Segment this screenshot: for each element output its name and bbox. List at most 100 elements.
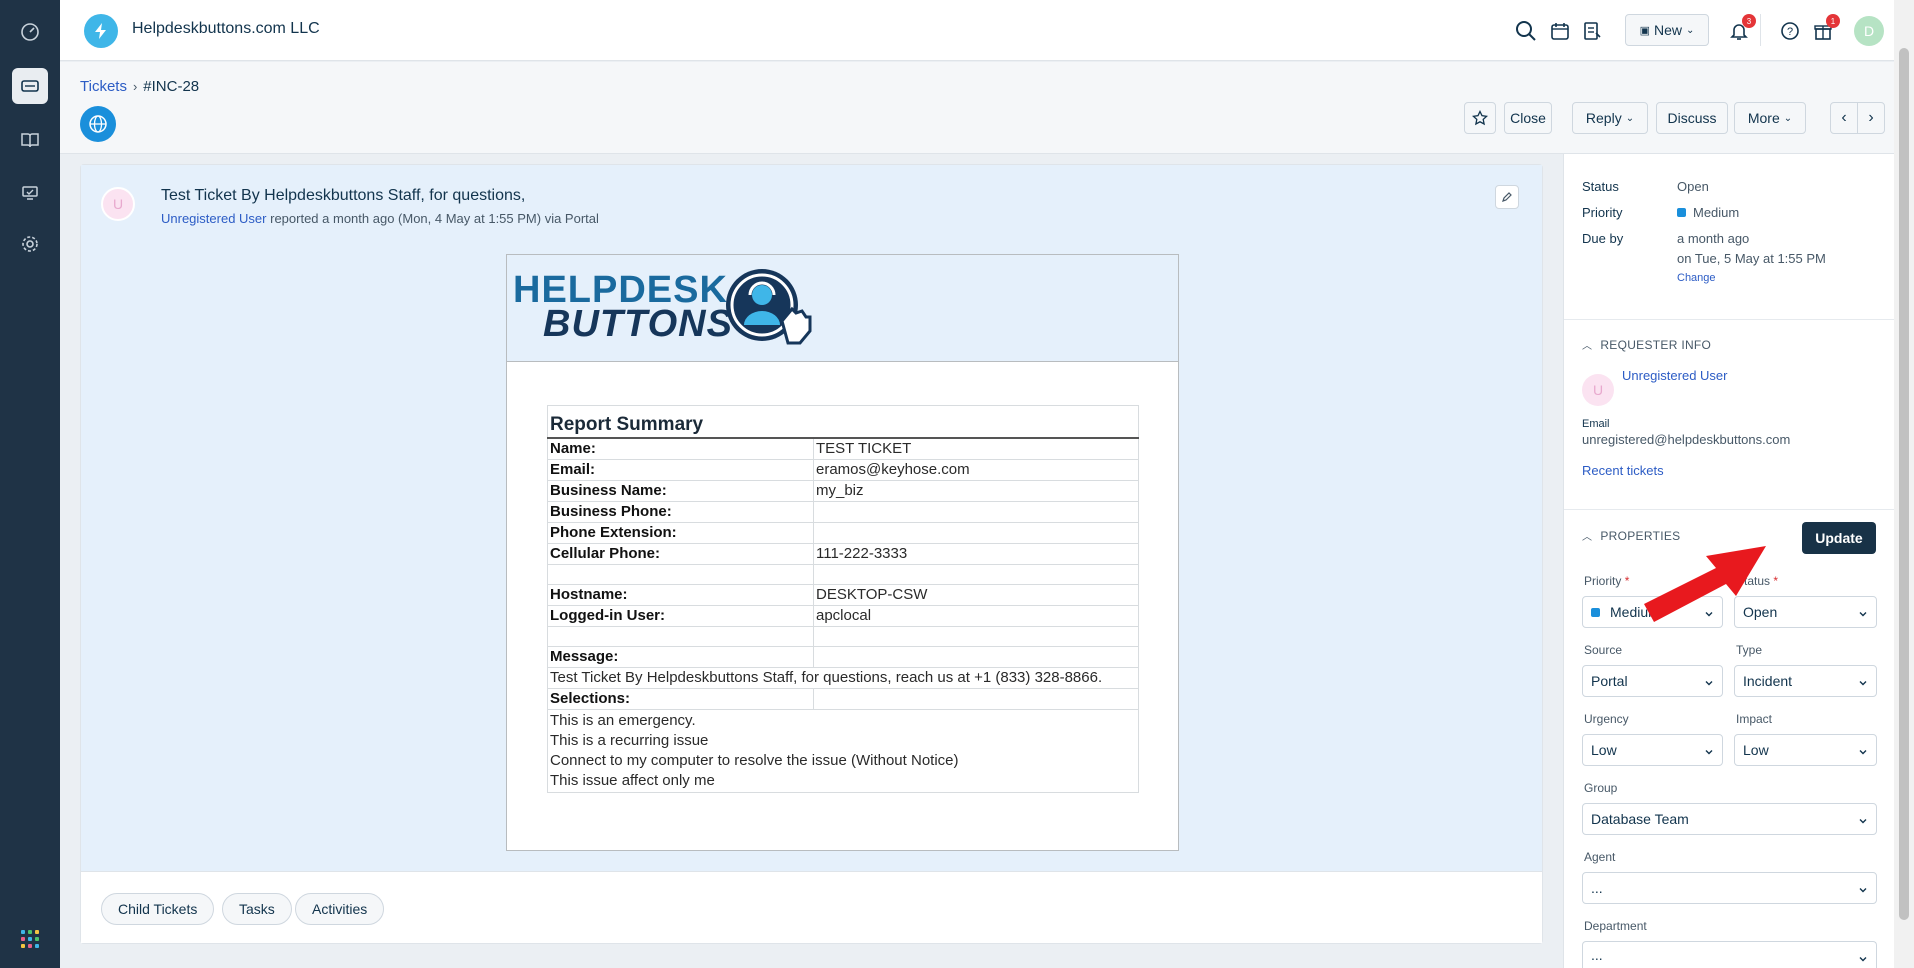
settings-icon[interactable] — [12, 226, 48, 262]
priority-value: Medium — [1677, 205, 1739, 220]
chevron-down-icon — [1704, 744, 1714, 760]
annotation-arrow — [1644, 546, 1766, 622]
breadcrumb-tickets-link[interactable]: Tickets — [80, 78, 127, 95]
chevron-down-icon: ⌄ — [1783, 112, 1793, 124]
gift-icon[interactable]: 1 — [1810, 14, 1840, 44]
search-icon[interactable] — [1513, 18, 1539, 44]
type-field-label: Type — [1736, 643, 1763, 657]
solutions-icon[interactable] — [12, 122, 48, 158]
agent-select[interactable]: ... — [1582, 872, 1877, 904]
report-selections: This is an emergency. This is a recurrin… — [547, 708, 1139, 793]
group-select[interactable]: Database Team — [1582, 803, 1877, 835]
ticket-subject: Test Ticket By Helpdeskbuttons Staff, fo… — [161, 187, 526, 204]
priority-dot — [1677, 208, 1686, 217]
chevron-down-icon: ⌄ — [1625, 112, 1635, 124]
priority-field-label: Priority * — [1584, 574, 1630, 588]
department-select[interactable]: ... — [1582, 941, 1877, 968]
chevron-up-icon: ︿ — [1582, 532, 1593, 543]
chevron-right-icon: › — [1868, 109, 1874, 126]
notes-icon[interactable] — [1579, 18, 1605, 44]
spacer-cell — [547, 625, 814, 647]
priority-field-label-text: Priority — [1584, 574, 1622, 588]
urgency-select[interactable]: Low — [1582, 734, 1723, 766]
discuss-button[interactable]: Discuss — [1656, 102, 1728, 134]
source-select-value: Portal — [1591, 673, 1628, 689]
report-value — [813, 500, 1139, 523]
child-tickets-tab[interactable]: Child Tickets — [101, 893, 215, 925]
report-label: Email: — [547, 458, 814, 481]
headset-agent-icon — [726, 269, 812, 345]
more-button[interactable]: More ⌄ — [1734, 102, 1806, 134]
activities-tab[interactable]: Activities — [295, 893, 385, 925]
source-field-label: Source — [1584, 643, 1623, 657]
page-scrollbar-thumb[interactable] — [1899, 48, 1909, 920]
impact-select[interactable]: Low — [1734, 734, 1877, 766]
report-title: Report Summary — [547, 405, 1139, 439]
urgency-select-value: Low — [1591, 742, 1617, 758]
report-label: Business Name: — [547, 479, 814, 502]
requester-name-link[interactable]: Unregistered User — [1622, 368, 1728, 383]
bell-icon[interactable]: 3 — [1726, 14, 1756, 44]
reply-button[interactable]: Reply ⌄ — [1572, 102, 1648, 134]
edit-button[interactable] — [1495, 185, 1519, 209]
report-value: eramos@keyhose.com — [813, 458, 1139, 481]
ticket-footer: Child Tickets Tasks Activities — [81, 873, 1542, 943]
assets-icon[interactable] — [12, 175, 48, 211]
chevron-down-icon: ⌄ — [1686, 24, 1695, 36]
breadcrumb: Tickets › #INC-28 — [80, 78, 199, 95]
new-button[interactable]: ▣ New ⌄ — [1625, 14, 1709, 46]
user-avatar[interactable]: D — [1854, 16, 1884, 46]
change-due-link[interactable]: Change — [1677, 272, 1716, 284]
department-field-label: Department — [1584, 919, 1647, 933]
star-button[interactable] — [1464, 102, 1496, 134]
breadcrumb-current: #INC-28 — [143, 78, 200, 95]
ticket-description: U Test Ticket By Helpdeskbuttons Staff, … — [81, 165, 1542, 872]
notification-badge: 3 — [1742, 14, 1756, 28]
report-value: TEST TICKET — [813, 437, 1139, 460]
priority-medium-dot — [1591, 607, 1600, 617]
spacer-cell — [813, 563, 1139, 585]
type-select[interactable]: Incident — [1734, 665, 1877, 697]
report-label: Message: — [547, 645, 814, 668]
spacer-cell — [813, 625, 1139, 647]
report-message: Test Ticket By Helpdeskbuttons Staff, fo… — [547, 666, 1139, 689]
due-value: a month ago — [1677, 231, 1750, 246]
next-ticket-button[interactable]: › — [1857, 102, 1885, 134]
tickets-icon[interactable] — [12, 68, 48, 104]
chevron-down-icon — [1858, 744, 1868, 760]
report-label: Logged-in User: — [547, 604, 814, 627]
tasks-tab[interactable]: Tasks — [222, 893, 292, 925]
ticket-card: U Test Ticket By Helpdeskbuttons Staff, … — [80, 164, 1543, 944]
spacer-cell — [813, 687, 1139, 710]
apps-grid-icon[interactable] — [21, 930, 39, 948]
due-date: on Tue, 5 May at 1:55 PM — [1677, 251, 1826, 266]
group-field-label: Group — [1584, 781, 1618, 795]
agent-field-label: Agent — [1584, 850, 1616, 864]
logo-text-buttons: BUTTONS — [543, 303, 733, 345]
chevron-down-icon — [1858, 606, 1868, 622]
lightning-icon[interactable] — [84, 14, 118, 48]
report-label: Cellular Phone: — [547, 542, 814, 565]
help-icon[interactable]: ? — [1777, 18, 1803, 44]
email-content: HELPDESK BUTTONS Report Summary Name: TES… — [506, 254, 1179, 851]
requester-link[interactable]: Unregistered User — [161, 211, 267, 226]
new-doc-icon: ▣ — [1639, 24, 1650, 37]
ticket-meta: Unregistered User reported a month ago (… — [161, 211, 599, 226]
calendar-icon[interactable] — [1547, 18, 1573, 44]
requester-info-header[interactable]: ︿ REQUESTER INFO — [1582, 337, 1711, 353]
impact-field-label: Impact — [1736, 712, 1773, 726]
left-nav — [0, 0, 60, 968]
update-button[interactable]: Update — [1802, 522, 1876, 554]
report-label: Selections: — [547, 687, 814, 710]
chevron-left-icon: ‹ — [1841, 109, 1847, 126]
divider — [1760, 14, 1761, 46]
recent-tickets-link[interactable]: Recent tickets — [1582, 463, 1664, 478]
close-ticket-button[interactable]: Close — [1504, 102, 1552, 134]
prev-ticket-button[interactable]: ‹ — [1830, 102, 1858, 134]
requester-email: unregistered@helpdeskbuttons.com — [1582, 432, 1791, 447]
requester-avatar-small: U — [1582, 374, 1614, 406]
impact-select-value: Low — [1743, 742, 1769, 758]
source-select[interactable]: Portal — [1582, 665, 1723, 697]
dashboard-icon[interactable] — [12, 14, 48, 50]
type-select-value: Incident — [1743, 673, 1793, 689]
